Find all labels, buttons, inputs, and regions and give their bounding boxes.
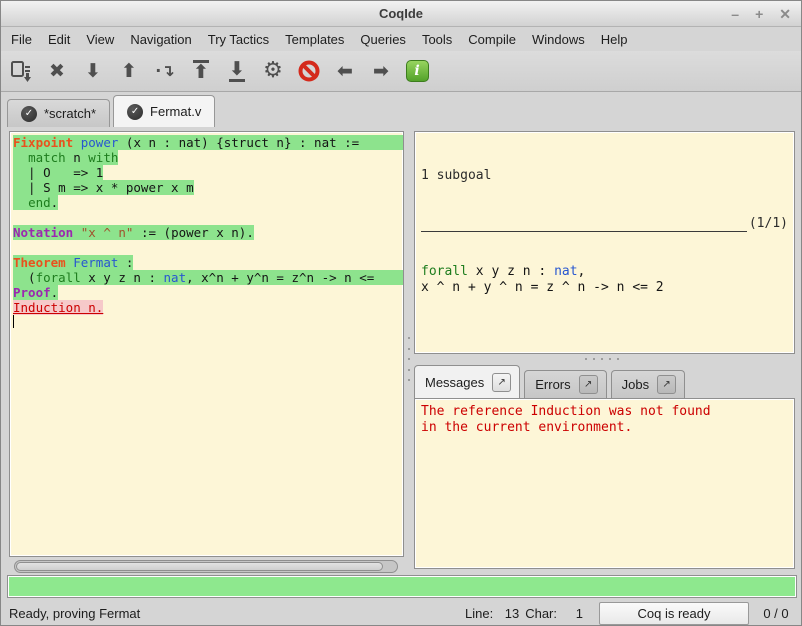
tab-fermat-v[interactable]: ✓ Fermat.v	[113, 95, 215, 127]
tab-label: *scratch*	[44, 106, 96, 121]
editor-tab-bar: ✓ *scratch* ✓ Fermat.v	[1, 93, 801, 127]
tab-messages[interactable]: Messages ↗	[414, 365, 520, 398]
detach-button[interactable]: ↗	[579, 375, 598, 394]
tab-label: Fermat.v	[150, 104, 201, 119]
line-label: Line:	[465, 606, 493, 621]
forward-icon[interactable]: ➡	[367, 57, 395, 85]
vertical-splitter-grip[interactable]	[406, 337, 412, 381]
menu-item-templates[interactable]: Templates	[277, 30, 352, 49]
text-caret	[13, 315, 14, 328]
menu-item-compile[interactable]: Compile	[460, 30, 524, 49]
progress-bar	[7, 575, 797, 598]
menu-item-windows[interactable]: Windows	[524, 30, 593, 49]
status-bar: Ready, proving Fermat Line: 13 Char: 1 C…	[1, 601, 801, 626]
gear-icon[interactable]: ⚙	[259, 57, 287, 85]
code-line	[13, 240, 403, 255]
tab-errors[interactable]: Errors ↗	[524, 370, 606, 398]
menu-item-help[interactable]: Help	[593, 30, 636, 49]
tab-label: Messages	[425, 375, 484, 390]
message-line: in the current environment.	[421, 420, 788, 436]
save-buffer-icon[interactable]	[7, 57, 35, 85]
back-icon[interactable]: ⬅	[331, 57, 359, 85]
menu-item-try-tactics[interactable]: Try Tactics	[200, 30, 277, 49]
coq-status-indicator: Coq is ready	[599, 602, 749, 625]
char-value: 1	[557, 606, 583, 621]
char-label: Char:	[525, 606, 557, 621]
goal-separator-rule	[421, 220, 747, 232]
goals-panel[interactable]: 1 subgoal (1/1) forall x y z n : nat,x ^…	[414, 131, 795, 354]
goal-header: 1 subgoal	[421, 168, 788, 184]
detach-icon: ↗	[662, 379, 670, 390]
code-line: Proof.	[13, 285, 403, 300]
step-forward-icon[interactable]: ⬇	[79, 57, 107, 85]
status-message: Ready, proving Fermat	[9, 606, 465, 621]
tab-label: Errors	[535, 377, 570, 392]
menu-item-queries[interactable]: Queries	[352, 30, 414, 49]
menu-bar: FileEditViewNavigationTry TacticsTemplat…	[1, 28, 801, 51]
close-icon[interactable]: ✖	[43, 57, 71, 85]
menu-item-navigation[interactable]: Navigation	[122, 30, 199, 49]
code-editor[interactable]: Fixpoint power (x n : nat) {struct n} : …	[9, 131, 404, 557]
tab-label: Jobs	[622, 377, 649, 392]
menu-item-tools[interactable]: Tools	[414, 30, 460, 49]
scrollbar-thumb[interactable]	[16, 562, 383, 571]
cursor-position: Line: 13 Char: 1	[465, 606, 589, 621]
tab-check-icon: ✓	[127, 104, 143, 120]
horizontal-splitter-grip[interactable]	[585, 356, 619, 362]
step-backward-icon[interactable]: ⬆	[115, 57, 143, 85]
detach-button[interactable]: ↗	[657, 375, 676, 394]
goal-line: x ^ n + y ^ n = z ^ n -> n <= 2	[421, 280, 788, 296]
restart-icon[interactable]: ⬆	[187, 57, 215, 85]
goal-counter: (1/1)	[749, 216, 788, 232]
maximize-button[interactable]: +	[755, 1, 763, 27]
messages-tab-bar: Messages ↗ Errors ↗ Jobs ↗	[414, 365, 795, 398]
window-title: CoqIde	[379, 6, 423, 21]
code-line: | S m => x * power x m	[13, 180, 403, 195]
messages-panel[interactable]: The reference Induction was not foundin …	[414, 398, 795, 569]
menu-item-view[interactable]: View	[78, 30, 122, 49]
minimize-button[interactable]: –	[731, 1, 739, 27]
goal-separator: (1/1)	[421, 216, 788, 232]
goal-lines: forall x y z n : nat,x ^ n + y ^ n = z ^…	[421, 264, 788, 296]
toolbar: ✖ ⬇ ⬆ ·↴ ⬆ ⬇ ⚙ ⬅ ➡ i	[1, 51, 801, 92]
code-line: Fixpoint power (x n : nat) {struct n} : …	[13, 135, 403, 150]
tab-jobs[interactable]: Jobs ↗	[611, 370, 685, 398]
goto-cursor-icon[interactable]: ·↴	[151, 57, 179, 85]
close-button[interactable]: ✕	[779, 1, 791, 27]
code-line: Notation "x ^ n" := (power x n).	[13, 225, 403, 240]
window-controls: – + ✕	[731, 1, 791, 27]
detach-icon: ↗	[498, 377, 506, 388]
horizontal-scrollbar[interactable]	[14, 560, 398, 573]
detach-button[interactable]: ↗	[492, 373, 511, 392]
code-line	[13, 315, 403, 330]
interrupt-icon[interactable]	[295, 57, 323, 85]
code-line: end.	[13, 195, 403, 210]
menu-item-file[interactable]: File	[3, 30, 40, 49]
code-line: | O => 1	[13, 165, 403, 180]
coq-status-text: Coq is ready	[638, 606, 711, 621]
menu-item-edit[interactable]: Edit	[40, 30, 78, 49]
code-line: match n with	[13, 150, 403, 165]
window-titlebar[interactable]: CoqIde – + ✕	[1, 1, 801, 27]
worker-counter: 0 / 0	[759, 606, 793, 621]
detach-icon: ↗	[584, 379, 592, 390]
code-line: Induction n.	[13, 300, 403, 315]
tab-check-icon: ✓	[21, 106, 37, 122]
tab-scratch[interactable]: ✓ *scratch*	[7, 99, 110, 127]
line-value: 13	[493, 606, 519, 621]
code-line	[13, 210, 403, 225]
message-line: The reference Induction was not found	[421, 404, 788, 420]
code-line: Theorem Fermat :	[13, 255, 403, 270]
go-to-end-icon[interactable]: ⬇	[223, 57, 251, 85]
code-line: (forall x y z n : nat, x^n + y^n = z^n -…	[13, 270, 403, 285]
goal-line: forall x y z n : nat,	[421, 264, 788, 280]
about-icon[interactable]: i	[403, 57, 431, 85]
